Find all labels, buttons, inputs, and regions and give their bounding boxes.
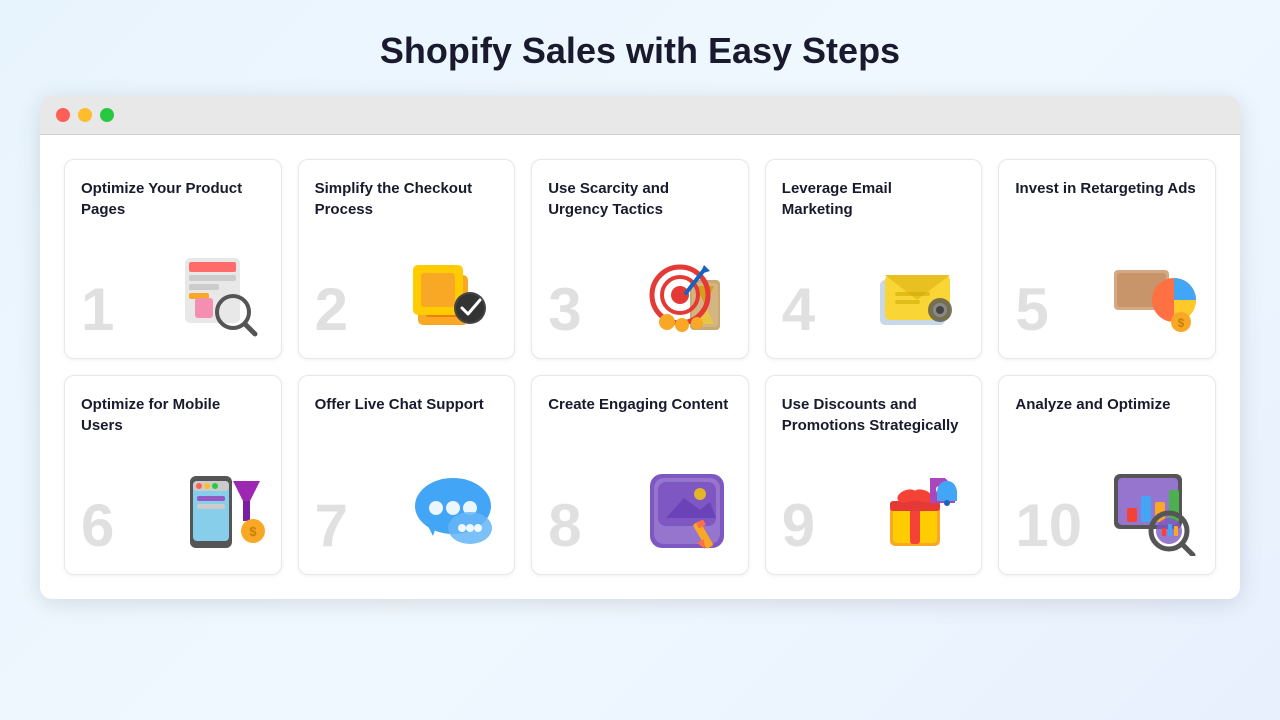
card-5: Invest in Retargeting Ads 5 $: [998, 159, 1216, 359]
card-title-5: Invest in Retargeting Ads: [1015, 178, 1199, 199]
card-icon-10: [1109, 466, 1199, 556]
card-icon-9: %: [875, 466, 965, 556]
card-bottom-5: 5 $: [1015, 240, 1199, 340]
card-number-4: 4: [782, 280, 815, 340]
card-title-2: Simplify the Checkout Process: [315, 178, 499, 220]
card-title-8: Create Engaging Content: [548, 394, 732, 415]
card-bottom-9: 9 %: [782, 456, 966, 556]
card-8: Create Engaging Content 8: [531, 375, 749, 575]
browser-toolbar: [40, 96, 1240, 135]
card-number-2: 2: [315, 280, 348, 340]
card-title-7: Offer Live Chat Support: [315, 394, 499, 415]
card-number-6: 6: [81, 496, 114, 556]
card-10: Analyze and Optimize 10: [998, 375, 1216, 575]
card-icon-4: [875, 250, 965, 340]
page-title: Shopify Sales with Easy Steps: [380, 30, 900, 72]
card-title-1: Optimize Your Product Pages: [81, 178, 265, 220]
card-icon-7: [408, 466, 498, 556]
card-2: Simplify the Checkout Process 2: [298, 159, 516, 359]
traffic-light-red[interactable]: [56, 108, 70, 122]
card-number-1: 1: [81, 280, 114, 340]
card-4: Leverage Email Marketing 4: [765, 159, 983, 359]
card-9: Use Discounts and Promotions Strategical…: [765, 375, 983, 575]
card-icon-3: [642, 250, 732, 340]
card-bottom-1: 1: [81, 240, 265, 340]
card-title-10: Analyze and Optimize: [1015, 394, 1199, 415]
card-title-6: Optimize for Mobile Users: [81, 394, 265, 436]
card-bottom-7: 7: [315, 456, 499, 556]
card-title-9: Use Discounts and Promotions Strategical…: [782, 394, 966, 436]
card-number-9: 9: [782, 496, 815, 556]
browser-content: Optimize Your Product Pages 1 Simplify t…: [40, 135, 1240, 599]
card-bottom-10: 10: [1015, 456, 1199, 556]
browser-window: Optimize Your Product Pages 1 Simplify t…: [40, 96, 1240, 599]
traffic-light-green[interactable]: [100, 108, 114, 122]
card-icon-1: [175, 250, 265, 340]
card-bottom-2: 2: [315, 240, 499, 340]
svg-text:$: $: [1178, 316, 1185, 330]
card-number-5: 5: [1015, 280, 1048, 340]
card-number-8: 8: [548, 496, 581, 556]
card-icon-2: [408, 250, 498, 340]
card-title-3: Use Scarcity and Urgency Tactics: [548, 178, 732, 220]
card-bottom-6: 6 $: [81, 456, 265, 556]
card-7: Offer Live Chat Support 7: [298, 375, 516, 575]
card-3: Use Scarcity and Urgency Tactics 3: [531, 159, 749, 359]
card-bottom-4: 4: [782, 240, 966, 340]
cards-grid: Optimize Your Product Pages 1 Simplify t…: [64, 159, 1216, 575]
svg-text:$: $: [249, 524, 257, 539]
card-icon-6: $: [175, 466, 265, 556]
card-bottom-8: 8: [548, 456, 732, 556]
card-1: Optimize Your Product Pages 1: [64, 159, 282, 359]
card-bottom-3: 3: [548, 240, 732, 340]
card-number-7: 7: [315, 496, 348, 556]
card-number-3: 3: [548, 280, 581, 340]
card-6: Optimize for Mobile Users 6 $: [64, 375, 282, 575]
card-icon-8: [642, 466, 732, 556]
card-icon-5: $: [1109, 250, 1199, 340]
card-number-10: 10: [1015, 496, 1082, 556]
traffic-light-yellow[interactable]: [78, 108, 92, 122]
card-title-4: Leverage Email Marketing: [782, 178, 966, 220]
